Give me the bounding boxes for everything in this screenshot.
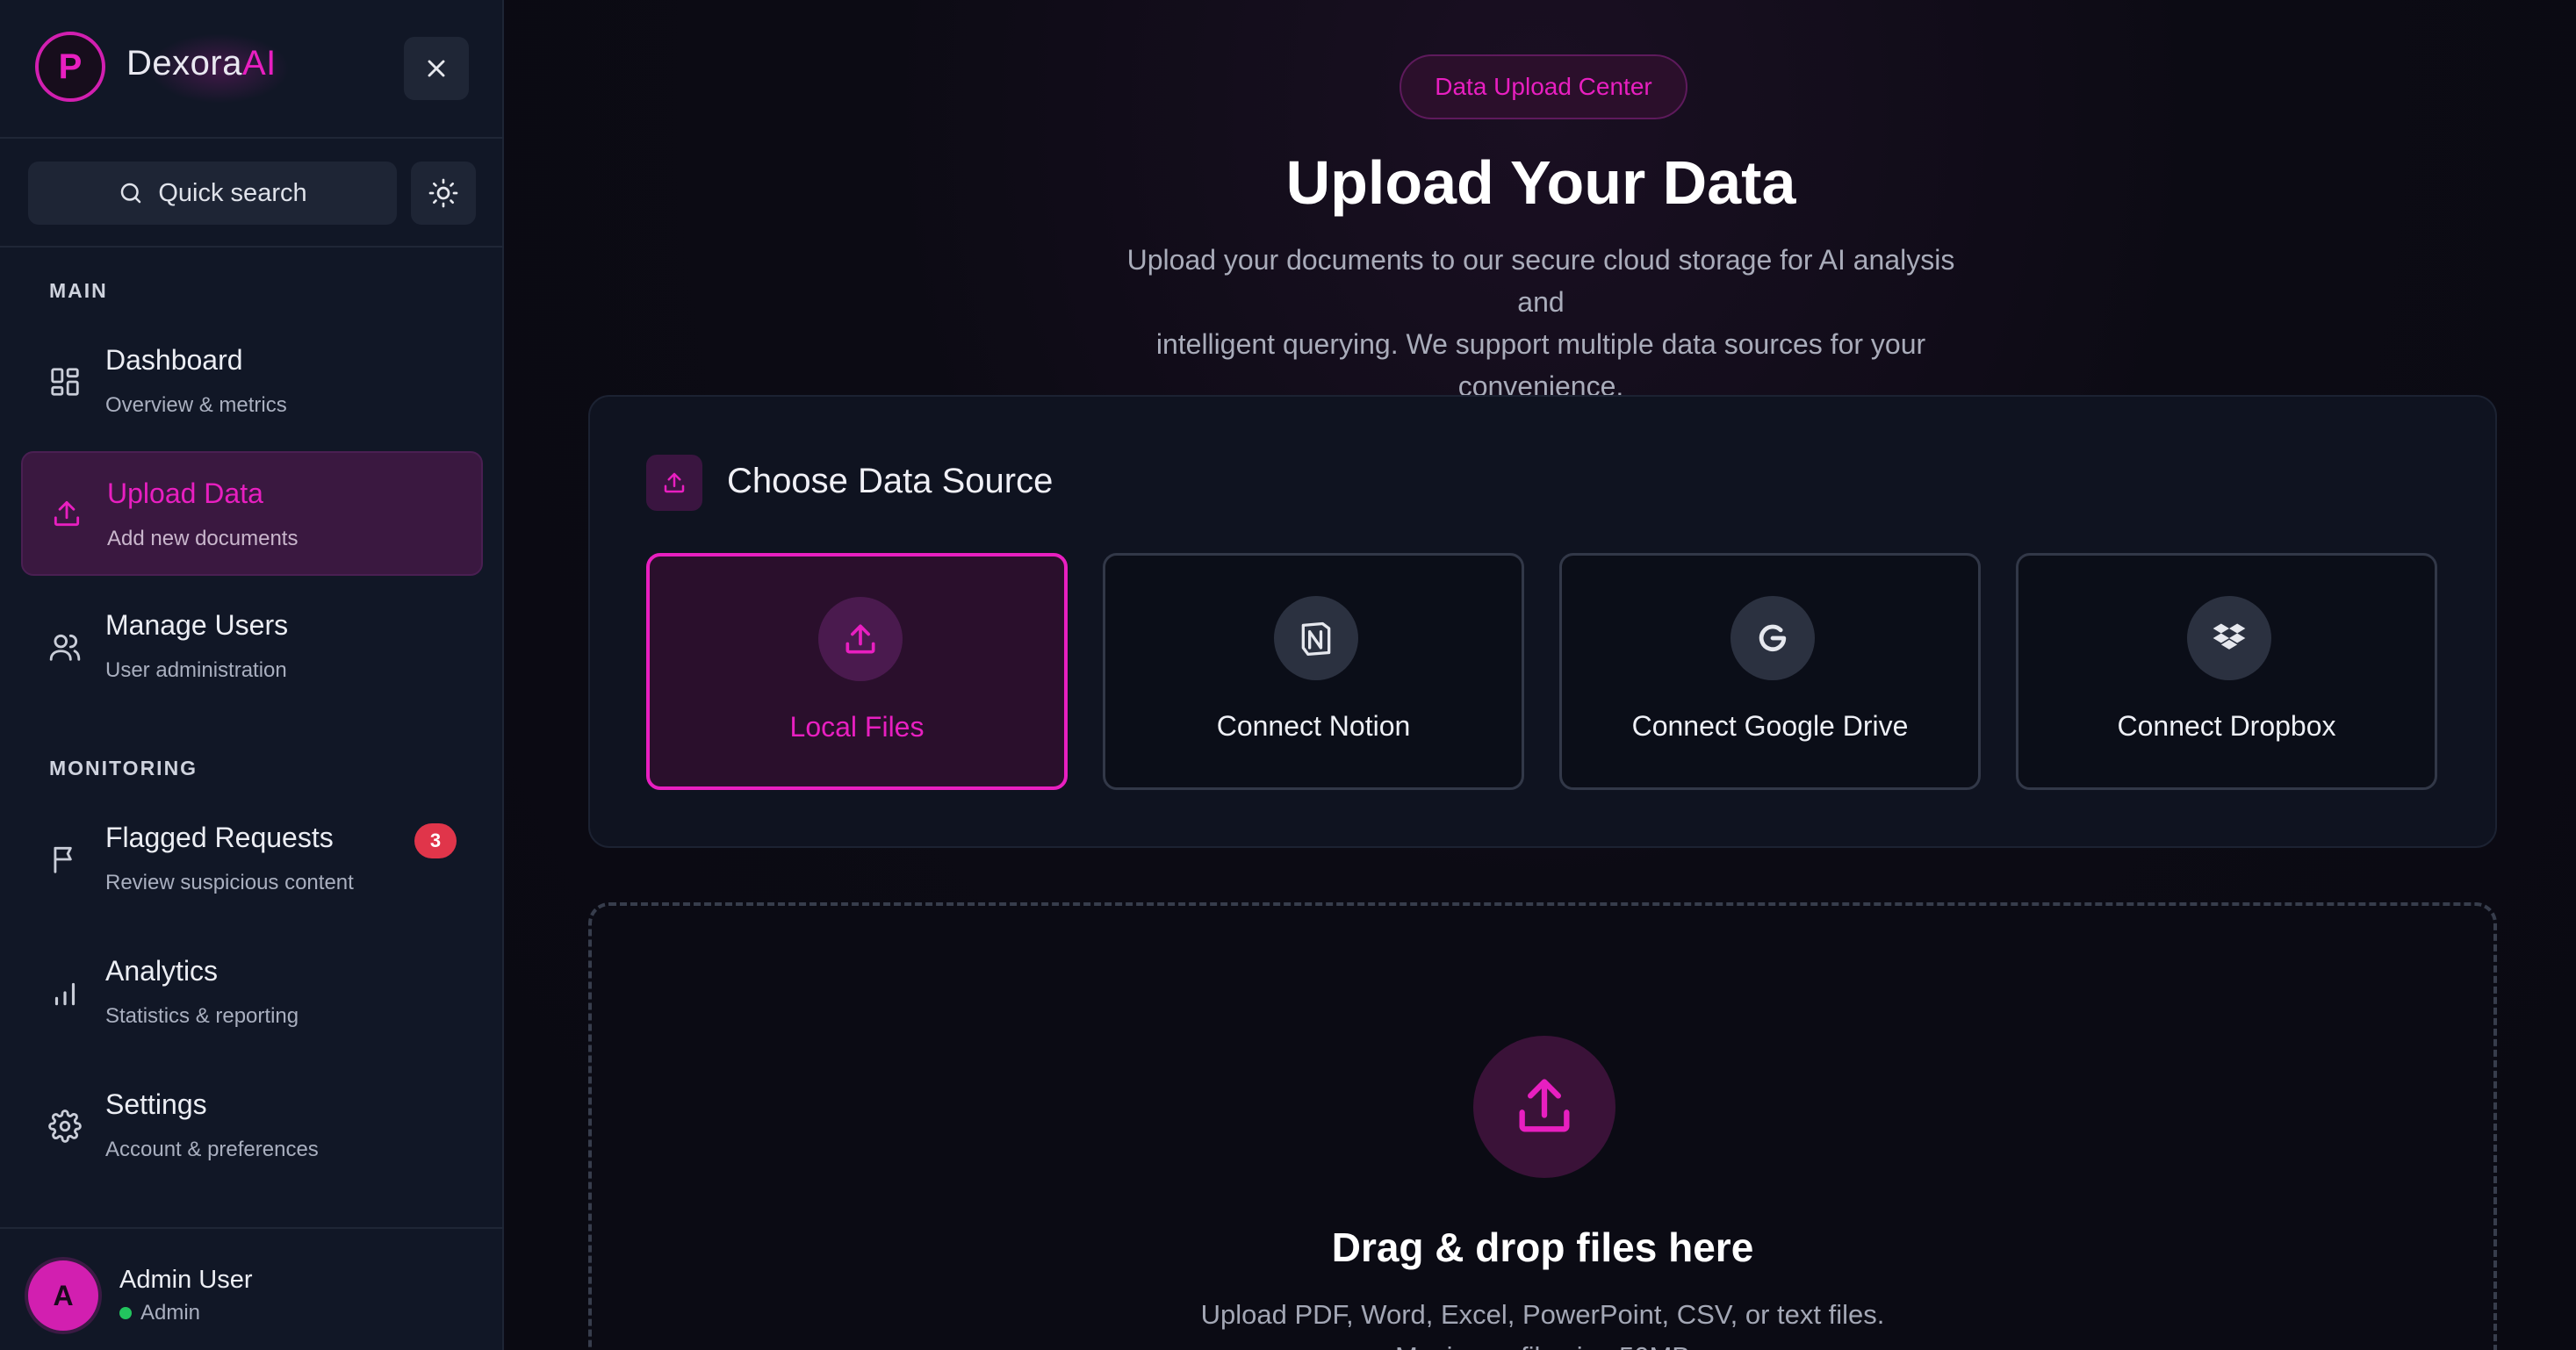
dashboard-icon: [47, 364, 83, 399]
google-icon: [1731, 596, 1815, 680]
page-title: Upload Your Data: [1285, 148, 1796, 217]
bar-chart-icon: [47, 975, 83, 1010]
sidebar-item-flagged-requests[interactable]: Flagged Requests Review suspicious conte…: [21, 797, 483, 922]
main-content: Data Upload Center Upload Your Data Uplo…: [506, 0, 2576, 1350]
sidebar-item-subtitle: Statistics & reporting: [105, 1004, 299, 1028]
sidebar-item-manage-users[interactable]: Manage Users User administration: [21, 585, 483, 709]
sidebar-item-upload-data[interactable]: Upload Data Add new documents: [21, 451, 483, 576]
dropzone-title: Drag & drop files here: [1331, 1224, 1754, 1270]
quick-search-button[interactable]: Quick search: [28, 162, 397, 225]
avatar[interactable]: A: [25, 1257, 102, 1334]
data-source-card: Choose Data Source Local Files Connect N…: [588, 395, 2497, 848]
dropzone-subtitle: Upload PDF, Word, Excel, PowerPoint, CSV…: [1200, 1299, 1885, 1330]
sidebar-item-title: Manage Users: [105, 609, 289, 641]
user-profile[interactable]: A Admin User Admin: [0, 1227, 504, 1350]
brand-name-main: Dexora: [126, 44, 242, 83]
option-label: Connect Google Drive: [1631, 710, 1909, 742]
online-status-icon: [119, 1307, 132, 1319]
sidebar: P DexoraAI Quick search MAIN Dashboard O…: [0, 0, 504, 1350]
quick-search-label: Quick search: [158, 178, 307, 207]
option-connect-notion[interactable]: Connect Notion: [1103, 553, 1524, 790]
sidebar-item-subtitle: Add new documents: [107, 527, 299, 550]
sidebar-item-dashboard[interactable]: Dashboard Overview & metrics: [21, 320, 483, 444]
search-row: Quick search: [0, 139, 504, 248]
brand-header: P DexoraAI: [0, 0, 504, 139]
users-icon: [47, 629, 83, 664]
dropzone-size-limit: Maximum file size 50MB: [592, 1341, 2493, 1350]
sidebar-item-title: Flagged Requests: [105, 822, 334, 853]
upload-icon: [49, 496, 84, 531]
close-icon: [428, 60, 445, 77]
sun-icon: [428, 178, 458, 208]
upload-icon: [1473, 1036, 1615, 1178]
theme-toggle-button[interactable]: [411, 162, 476, 225]
user-role-label: Admin: [140, 1301, 201, 1325]
gear-icon: [47, 1109, 83, 1144]
sidebar-item-subtitle: User administration: [105, 658, 287, 682]
file-dropzone[interactable]: Drag & drop files here Upload PDF, Word,…: [588, 902, 2497, 1350]
sidebar-item-title: Settings: [105, 1088, 207, 1120]
sidebar-item-title: Analytics: [105, 955, 219, 987]
data-source-title: Choose Data Source: [727, 462, 1054, 500]
brand-logo[interactable]: P: [35, 32, 105, 102]
notion-icon: [1274, 596, 1358, 680]
option-label: Connect Notion: [1216, 710, 1411, 742]
section-label-monitoring: MONITORING: [49, 757, 198, 779]
option-label: Local Files: [789, 711, 925, 743]
page-description-line-1: Upload your documents to our secure clou…: [1126, 244, 1955, 318]
search-icon: [121, 183, 141, 204]
option-connect-dropbox[interactable]: Connect Dropbox: [2016, 553, 2437, 790]
section-label-main: MAIN: [49, 279, 108, 302]
sidebar-item-title: Dashboard: [105, 344, 243, 376]
page-description: Upload your documents to our secure clou…: [1102, 239, 1980, 407]
brand-name-accent: AI: [241, 44, 277, 83]
sidebar-item-settings[interactable]: Settings Account & preferences: [21, 1064, 483, 1188]
sidebar-item-analytics[interactable]: Analytics Statistics & reporting: [21, 930, 483, 1055]
sidebar-item-subtitle: Account & preferences: [105, 1138, 319, 1161]
sidebar-item-subtitle: Review suspicious content: [105, 871, 354, 894]
sidebar-item-subtitle: Overview & metrics: [105, 393, 287, 417]
sidebar-item-title: Upload Data: [107, 478, 263, 509]
option-local-files[interactable]: Local Files: [646, 553, 1068, 790]
brand-name: DexoraAI: [126, 44, 277, 83]
section-pill: Data Upload Center: [1400, 54, 1687, 119]
user-role: Admin: [119, 1301, 200, 1325]
user-name: Admin User: [119, 1266, 253, 1294]
option-connect-google-drive[interactable]: Connect Google Drive: [1559, 553, 1981, 790]
upload-icon: [646, 455, 702, 511]
flag-icon: [47, 842, 83, 877]
close-sidebar-button[interactable]: [404, 37, 469, 100]
flagged-count-badge: 3: [414, 823, 457, 858]
option-label: Connect Dropbox: [2117, 710, 2336, 742]
upload-icon: [818, 597, 903, 681]
dropbox-icon: [2187, 596, 2271, 680]
